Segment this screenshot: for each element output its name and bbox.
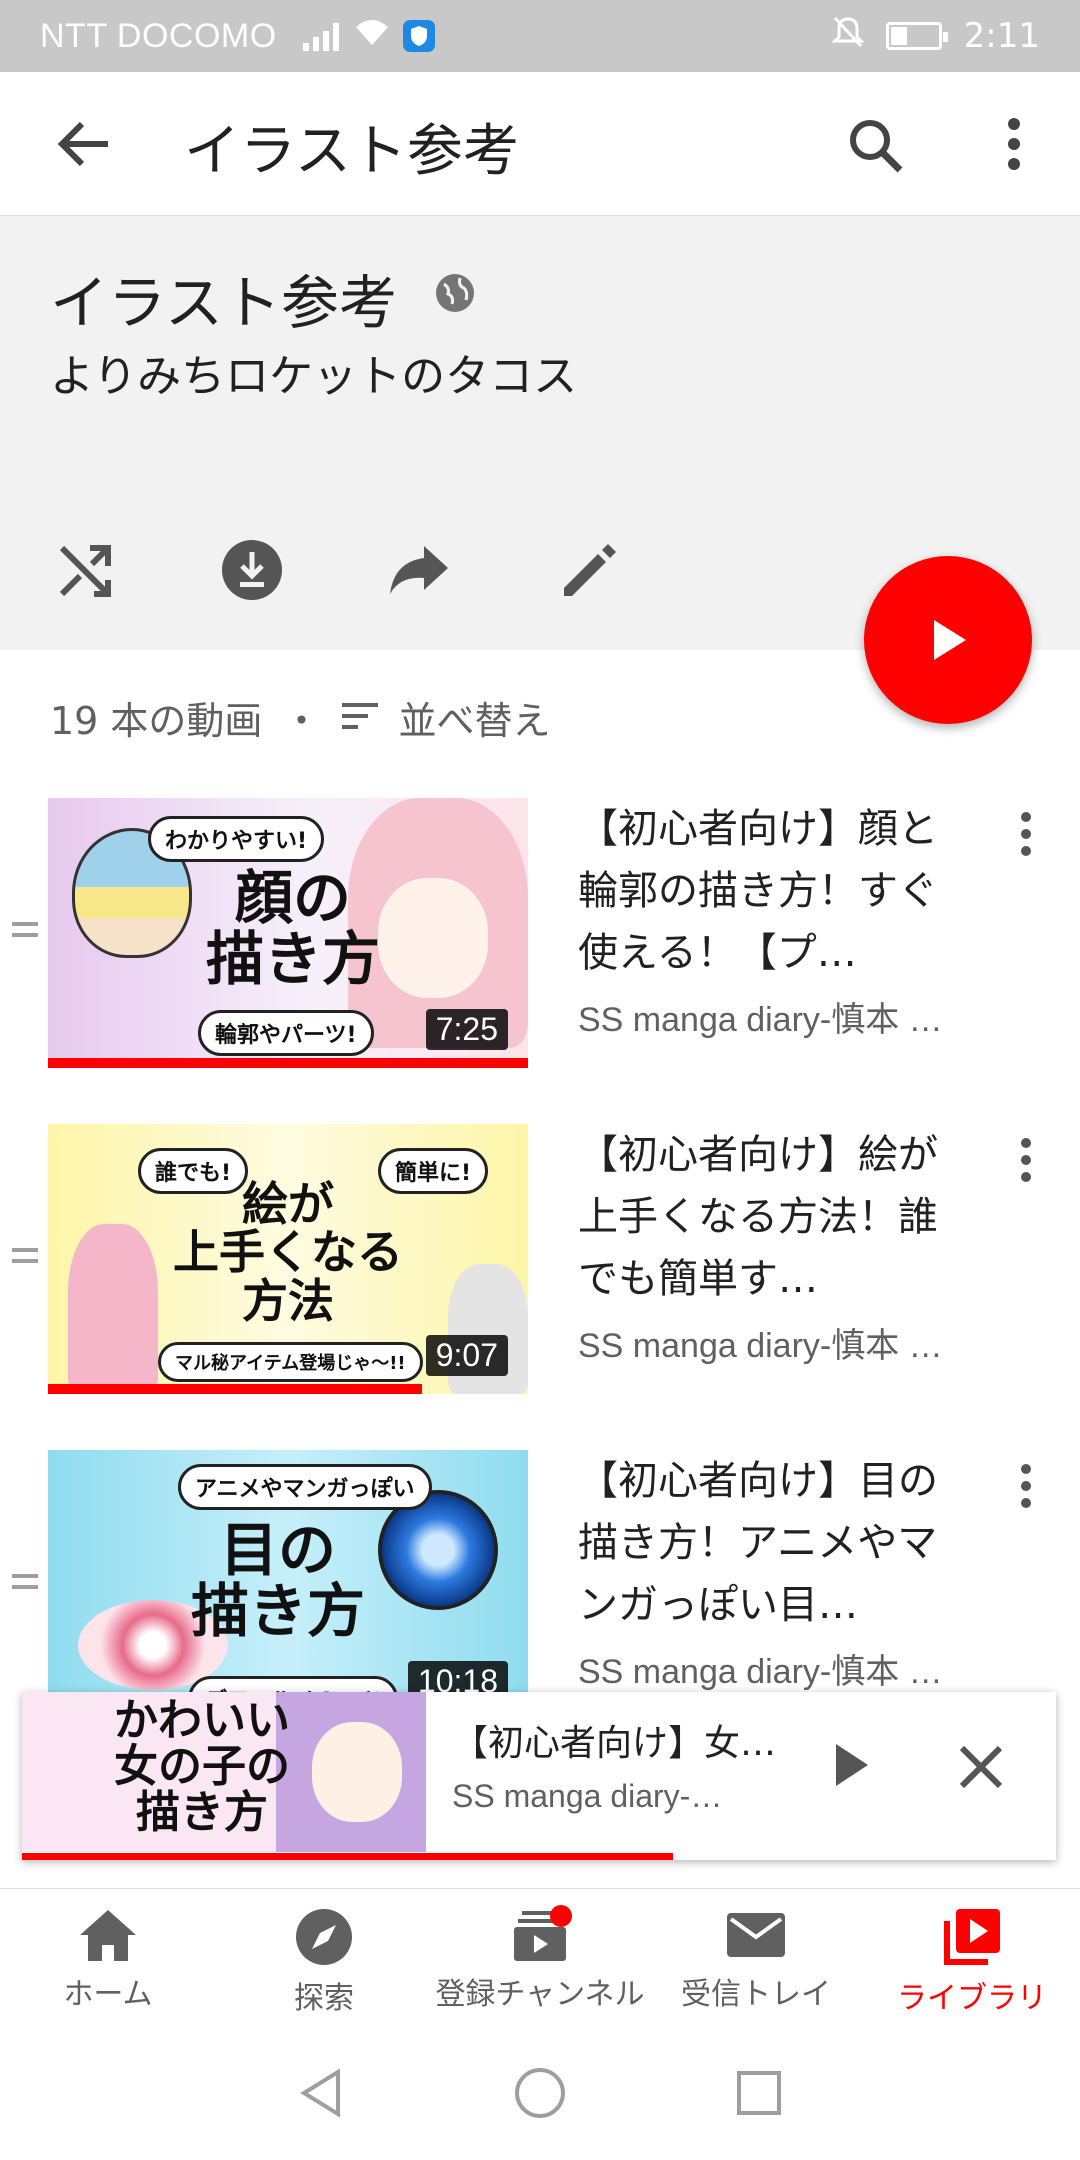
- sort-button[interactable]: 並べ替え: [398, 690, 550, 745]
- video-title[interactable]: 【初心者向け】絵が上手くなる方法！誰でも簡単す…: [578, 1124, 958, 1310]
- character-face: [378, 878, 488, 998]
- playlist-owner[interactable]: よりみちロケットのタコス: [50, 340, 577, 404]
- thumbnail-caption: 絵が 上手くなる 方法: [173, 1177, 403, 1328]
- system-back-icon[interactable]: [298, 2068, 344, 2122]
- nav-label: 探索: [294, 1981, 354, 2016]
- thumbnail-bubble: アニメやマンガっぽい: [178, 1464, 432, 1510]
- notification-badge: [550, 1905, 572, 1927]
- mini-player-progress-bar: [22, 1853, 674, 1860]
- drag-handle-icon[interactable]: [12, 1574, 38, 1596]
- video-channel: SS manga diary-慎本 …: [578, 1327, 943, 1365]
- carrier-name: NTT DOCOMO: [40, 16, 277, 55]
- download-icon[interactable]: [220, 538, 284, 602]
- video-title[interactable]: 【初心者向け】目の描き方！アニメやマンガっぽい目…: [578, 1450, 958, 1636]
- play-icon[interactable]: [832, 1740, 872, 1794]
- duration-badge: 7:25: [425, 1009, 508, 1050]
- thumbnail-subcaption: 輪郭やパーツ!: [198, 1010, 374, 1056]
- more-vert-icon[interactable]: [1012, 810, 1040, 862]
- play-all-button[interactable]: [864, 556, 1032, 724]
- video-channel: SS manga diary-慎本 …: [578, 1001, 943, 1039]
- signal-icon: [302, 21, 339, 51]
- drag-handle-icon[interactable]: [12, 1248, 38, 1270]
- video-thumbnail[interactable]: わかりやすい! 顔の 描き方 輪郭やパーツ! 7:25: [48, 798, 528, 1068]
- shuffle-icon[interactable]: [54, 538, 118, 602]
- duration-badge: 9:07: [425, 1335, 508, 1376]
- mini-player-channel: SS manga diary-…: [452, 1778, 723, 1814]
- watch-progress-bar: [48, 1058, 528, 1068]
- list-item[interactable]: 誰でも! 簡単に! 絵が 上手くなる 方法 マル秘アイテム登場じゃ〜!! 9:0…: [0, 1124, 1080, 1424]
- back-arrow-icon[interactable]: [56, 118, 112, 174]
- page-title: イラスト参考: [184, 119, 519, 184]
- list-item[interactable]: わかりやすい! 顔の 描き方 輪郭やパーツ! 7:25 【初心者向け】顔と輪郭の…: [0, 798, 1080, 1098]
- nav-item-home[interactable]: ホーム: [0, 1889, 216, 2030]
- nav-item-inbox[interactable]: 受信トレイ: [648, 1889, 864, 2030]
- video-thumbnail[interactable]: 誰でも! 簡単に! 絵が 上手くなる 方法 マル秘アイテム登場じゃ〜!! 9:0…: [48, 1124, 528, 1394]
- nav-label: 受信トレイ: [681, 1977, 831, 2012]
- separator: ・: [282, 699, 321, 743]
- search-icon[interactable]: [846, 116, 906, 180]
- battery-icon: [885, 22, 948, 50]
- playlist-title: イラスト参考: [50, 269, 397, 337]
- video-count-row: 19 本の動画 ・ 並べ替え: [50, 690, 550, 745]
- thumbnail-subcaption: マル秘アイテム登場じゃ〜!!: [158, 1342, 423, 1382]
- wifi-icon: [353, 16, 391, 56]
- system-home-icon[interactable]: [514, 2067, 566, 2123]
- status-bar: NTT DOCOMO 2:11: [0, 0, 1080, 72]
- nav-label: ホーム: [63, 1977, 153, 2012]
- bottom-navigation: ホーム 探索 登録チャンネル 受信トレイ ライブラリ: [0, 1888, 1080, 2030]
- more-vert-icon[interactable]: [1000, 116, 1028, 176]
- video-count: 19 本の動画: [50, 699, 263, 743]
- app-bar: イラスト参考: [0, 72, 1080, 216]
- inbox-icon: [727, 1913, 785, 1957]
- mini-player-thumbnail[interactable]: かわいい 女の子の 描き方: [22, 1692, 426, 1852]
- nav-item-library[interactable]: ライブラリ: [864, 1889, 1080, 2030]
- vpn-shield-icon: [402, 20, 435, 52]
- thumbnail-caption: 目の 描き方: [190, 1516, 365, 1645]
- system-navigation-bar: [0, 2030, 1080, 2160]
- video-channel: SS manga diary-慎本 …: [578, 1653, 943, 1691]
- thumbnail-bubble: わかりやすい!: [148, 816, 325, 862]
- play-icon: [934, 620, 966, 660]
- home-icon: [80, 1910, 136, 1961]
- thumbnail-caption: かわいい 女の子の 描き方: [114, 1695, 290, 1839]
- nav-item-explore[interactable]: 探索: [216, 1889, 432, 2030]
- nav-label: 登録チャンネル: [435, 1977, 645, 2012]
- close-icon[interactable]: [958, 1744, 1004, 1794]
- watch-progress-bar: [48, 1384, 423, 1394]
- nav-item-subscriptions[interactable]: 登録チャンネル: [432, 1889, 648, 2030]
- more-vert-icon[interactable]: [1012, 1136, 1040, 1188]
- mini-player-title[interactable]: 【初心者向け】女…: [452, 1714, 782, 1766]
- mini-player[interactable]: かわいい 女の子の 描き方 【初心者向け】女… SS manga diary-…: [22, 1692, 1056, 1860]
- character-illustration: [68, 1224, 158, 1394]
- mute-icon: [831, 15, 865, 58]
- more-vert-icon[interactable]: [1012, 1462, 1040, 1514]
- library-icon: [944, 1909, 1000, 1965]
- nav-label: ライブラリ: [897, 1981, 1047, 2016]
- character-face: [312, 1722, 402, 1822]
- system-recents-icon[interactable]: [736, 2070, 782, 2120]
- video-thumbnail[interactable]: アニメやマンガっぽい 目の 描き方 デフォルメのコツ 10:18: [48, 1450, 528, 1720]
- video-title[interactable]: 【初心者向け】顔と輪郭の描き方！すぐ使える！【プ…: [578, 798, 958, 984]
- globe-icon: [434, 272, 476, 318]
- share-icon[interactable]: [386, 538, 450, 602]
- clock: 2:11: [963, 16, 1040, 56]
- edit-icon[interactable]: [556, 538, 620, 602]
- explore-icon: [296, 1909, 352, 1965]
- thumbnail-caption: 顔の 描き方: [205, 864, 380, 993]
- drag-handle-icon[interactable]: [12, 922, 38, 944]
- sort-icon[interactable]: [340, 696, 380, 740]
